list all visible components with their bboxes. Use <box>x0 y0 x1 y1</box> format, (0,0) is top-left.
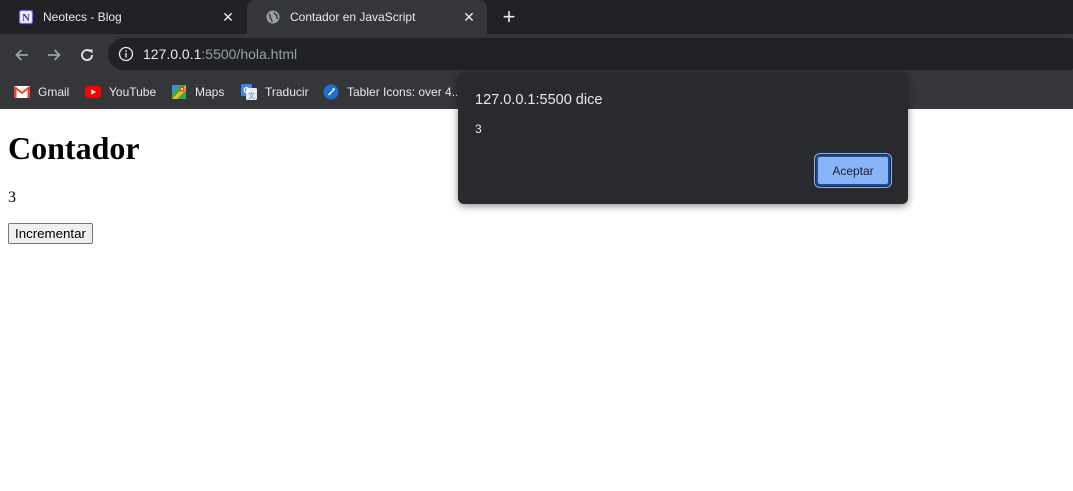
bookmark-label: Gmail <box>38 85 70 99</box>
page-heading: Contador <box>8 130 140 166</box>
dialog-message: 3 <box>475 122 482 136</box>
notion-icon: N <box>18 9 34 25</box>
forward-arrow-icon <box>48 49 61 61</box>
bookmark-label: YouTube <box>109 85 157 99</box>
alert-dialog: 127.0.0.1:5500 dice 3 Aceptar <box>458 72 908 204</box>
tab-title: Contador en JavaScript <box>290 10 416 24</box>
dialog-title: 127.0.0.1:5500 dice <box>475 92 603 108</box>
tab-strip: N Neotecs - Blog ✕ Contador en JavaScrip… <box>0 0 1073 34</box>
forward-button[interactable] <box>42 43 66 67</box>
increment-button[interactable]: Incrementar <box>8 223 93 244</box>
close-icon[interactable]: ✕ <box>220 9 236 25</box>
url-path: :5500/hola.html <box>201 46 298 62</box>
youtube-icon <box>85 84 101 100</box>
reload-button[interactable] <box>75 43 99 67</box>
close-icon[interactable]: ✕ <box>461 9 477 25</box>
bookmark-label: Traducir <box>265 85 309 99</box>
bookmark-label: Tabler Icons: over 4... <box>347 85 462 99</box>
counter-value: 3 <box>8 189 16 206</box>
maps-icon <box>171 84 187 100</box>
gmail-icon <box>14 84 30 100</box>
address-bar[interactable]: 127.0.0.1:5500/hola.html <box>108 38 1073 70</box>
bookmark-gmail[interactable]: Gmail <box>14 82 69 102</box>
translate-icon: G 文 <box>241 84 257 100</box>
browser-toolbar: 127.0.0.1:5500/hola.html <box>0 34 1073 75</box>
globe-icon <box>265 9 281 25</box>
back-arrow-icon <box>15 49 28 61</box>
svg-text:文: 文 <box>248 91 255 100</box>
accept-button[interactable]: Aceptar <box>814 153 892 188</box>
bookmark-traducir[interactable]: G 文 Traducir <box>241 82 309 102</box>
bookmark-maps[interactable]: Maps <box>171 82 224 102</box>
bookmark-tabler-icons[interactable]: Tabler Icons: over 4... <box>323 82 462 102</box>
tab-neotecs-blog[interactable]: N Neotecs - Blog ✕ <box>0 0 246 34</box>
bookmark-youtube[interactable]: YouTube <box>85 82 156 102</box>
reload-icon <box>81 49 93 61</box>
back-button[interactable] <box>10 43 34 67</box>
bookmark-label: Maps <box>195 85 225 99</box>
url-host: 127.0.0.1 <box>143 46 202 62</box>
url-text: 127.0.0.1:5500/hola.html <box>143 46 297 62</box>
svg-text:N: N <box>22 12 30 24</box>
tab-title: Neotecs - Blog <box>43 10 122 24</box>
tabler-icon <box>323 84 339 100</box>
info-icon[interactable] <box>118 46 134 62</box>
tab-contador-js[interactable]: Contador en JavaScript ✕ <box>247 0 487 34</box>
new-tab-button[interactable]: + <box>498 6 520 28</box>
